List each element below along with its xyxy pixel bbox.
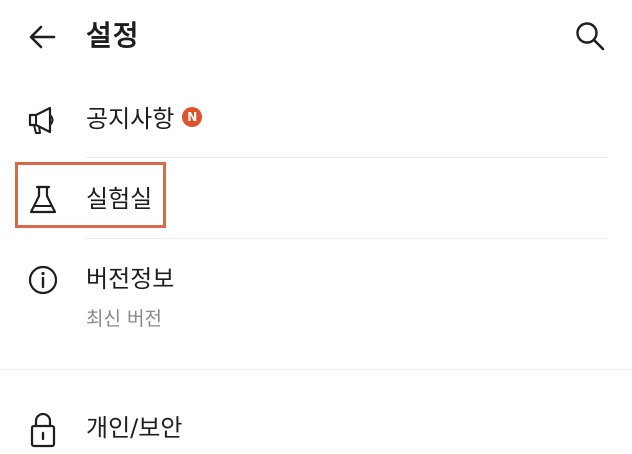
settings-item-lab-label: 실험실 xyxy=(86,185,153,213)
lock-icon xyxy=(26,410,60,448)
divider xyxy=(86,157,608,158)
top-app-bar: 설정 xyxy=(0,0,632,72)
megaphone-icon xyxy=(26,103,60,137)
notice-label-text: 공지사항 xyxy=(86,105,175,133)
section-divider xyxy=(0,369,632,370)
search-icon xyxy=(576,22,605,51)
settings-item-privacy[interactable]: 개인/보안 xyxy=(0,400,632,448)
settings-item-notice-label: 공지사항 N xyxy=(86,102,203,136)
page-title: 설정 xyxy=(86,19,140,52)
back-button[interactable] xyxy=(26,20,60,54)
settings-item-privacy-label: 개인/보안 xyxy=(86,414,183,442)
settings-item-lab[interactable]: 실험실 xyxy=(0,170,632,230)
version-status-text: 최신 버전 xyxy=(86,308,162,330)
arrow-left-icon xyxy=(29,25,56,49)
settings-item-version-label: 버전정보 xyxy=(86,265,175,293)
flask-icon xyxy=(26,183,60,217)
search-button[interactable] xyxy=(572,18,608,54)
settings-item-notice[interactable]: 공지사항 N xyxy=(0,90,632,150)
divider xyxy=(86,238,608,239)
new-badge: N xyxy=(182,107,203,127)
info-icon xyxy=(26,263,60,297)
settings-item-version[interactable]: 버전정보 최신 버전 xyxy=(0,250,632,350)
